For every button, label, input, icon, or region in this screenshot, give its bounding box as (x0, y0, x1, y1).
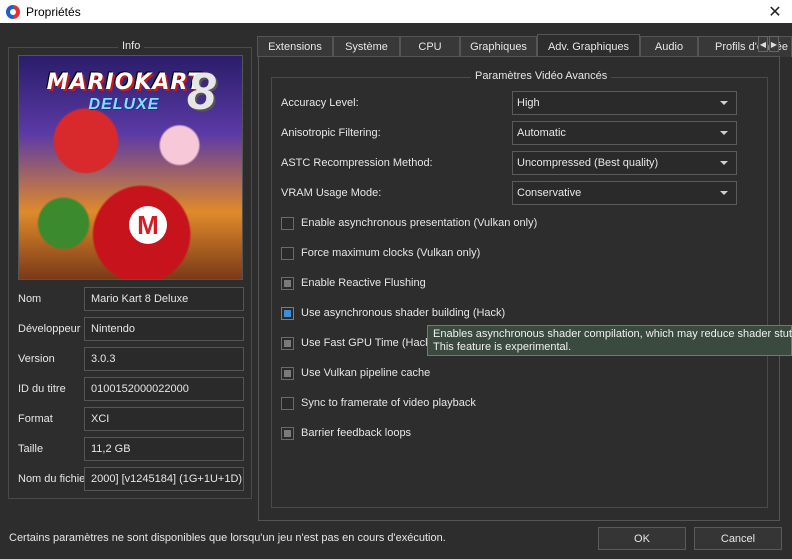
checkbox-box[interactable] (281, 426, 294, 440)
checkbox-box[interactable] (281, 246, 294, 260)
developer-field[interactable]: Nintendo (84, 317, 244, 341)
info-row-format: Format XCI (18, 407, 244, 431)
cover-eight-text: 8 (187, 63, 216, 121)
checkbox-box[interactable] (281, 276, 294, 290)
info-row-developer: Développeur Nintendo (18, 317, 244, 341)
cover-sub-text: DELUXE (88, 96, 160, 113)
chevron-down-icon (720, 191, 728, 195)
yuzu-icon (6, 4, 20, 19)
format-field[interactable]: XCI (84, 407, 244, 431)
checkbox-reactive-flushing[interactable]: Enable Reactive Flushing (281, 274, 426, 292)
checkbox-box[interactable] (281, 366, 294, 380)
tab-system[interactable]: Système (333, 36, 400, 57)
name-field[interactable]: Mario Kart 8 Deluxe (84, 287, 244, 311)
version-field[interactable]: 3.0.3 (84, 347, 244, 371)
checkbox-label: Enable Reactive Flushing (301, 277, 426, 289)
window-title: Propriétés (26, 4, 81, 19)
tooltip-line-2: This feature is experimental. (433, 341, 572, 353)
tab-cpu[interactable]: CPU (400, 36, 460, 57)
checkbox-box[interactable] (281, 306, 294, 320)
size-field[interactable]: 11,2 GB (84, 437, 244, 461)
info-label: Nom (18, 293, 42, 305)
tab-scroll-left-icon[interactable]: ◀ (758, 36, 768, 52)
advanced-group-title: Paramètres Vidéo Avancés (471, 70, 612, 82)
vram-select[interactable]: Conservative (512, 181, 737, 205)
info-group: Info MARIOKART DELUXE 8 M Nom Mario Kart… (8, 40, 252, 499)
checkbox-vulkan-pipeline-cache[interactable]: Use Vulkan pipeline cache (281, 364, 430, 382)
info-label: Développeur (18, 323, 81, 335)
tab-panel-adv-graphics: Paramètres Vidéo Avancés Accuracy Level:… (258, 56, 780, 521)
info-row-name: Nom Mario Kart 8 Deluxe (18, 287, 244, 311)
checkbox-force-max-clocks[interactable]: Force maximum clocks (Vulkan only) (281, 244, 480, 262)
setting-anisotropic: Anisotropic Filtering: Automatic (281, 121, 741, 145)
tab-graphics[interactable]: Graphiques (460, 36, 537, 57)
accuracy-level-value: High (517, 97, 540, 109)
astc-label: ASTC Recompression Method: (281, 157, 433, 169)
title-bar: Propriétés ✕ (0, 0, 792, 23)
ok-button[interactable]: OK (598, 527, 686, 550)
accuracy-level-select[interactable]: High (512, 91, 737, 115)
tab-scroll-right-icon[interactable]: ▶ (769, 36, 779, 52)
title-id-field[interactable]: 0100152000022000 (84, 377, 244, 401)
info-label: Format (18, 413, 53, 425)
vram-value: Conservative (517, 187, 582, 199)
info-label: Version (18, 353, 55, 365)
setting-vram: VRAM Usage Mode: Conservative (281, 181, 741, 205)
checkbox-label: Use Vulkan pipeline cache (301, 367, 431, 379)
info-label: ID du titre (18, 383, 66, 395)
tab-bar: Extensions Système CPU Graphiques Adv. G… (257, 34, 792, 57)
close-icon[interactable]: ✕ (758, 0, 792, 23)
info-row-version: Version 3.0.3 (18, 347, 244, 371)
checkbox-box[interactable] (281, 396, 294, 410)
info-row-filename: Nom du fichier 2000] [v1245184] (1G+1U+1… (18, 467, 244, 491)
cover-m-emblem: M (129, 206, 167, 244)
accuracy-level-label: Accuracy Level: (281, 97, 359, 109)
info-group-title: Info (118, 40, 145, 52)
checkbox-label: Use Fast GPU Time (Hack) (301, 337, 435, 349)
checkbox-box[interactable] (281, 216, 294, 230)
setting-astc: ASTC Recompression Method: Uncompressed … (281, 151, 741, 175)
astc-value: Uncompressed (Best quality) (517, 157, 659, 169)
tab-adv-graphics[interactable]: Adv. Graphiques (537, 34, 640, 57)
footer-note: Certains paramètres ne sont disponibles … (9, 532, 446, 544)
info-label: Taille (18, 443, 44, 455)
cancel-button[interactable]: Cancel (694, 527, 782, 550)
anisotropic-value: Automatic (517, 127, 566, 139)
checkbox-box[interactable] (281, 336, 294, 350)
checkbox-barrier-feedback[interactable]: Barrier feedback loops (281, 424, 411, 442)
checkbox-async-presentation[interactable]: Enable asynchronous presentation (Vulkan… (281, 214, 537, 232)
filename-field[interactable]: 2000] [v1245184] (1G+1U+1D).xci (84, 467, 244, 491)
setting-accuracy-level: Accuracy Level: High (281, 91, 741, 115)
checkbox-label: Force maximum clocks (Vulkan only) (301, 247, 481, 259)
advanced-video-group: Paramètres Vidéo Avancés Accuracy Level:… (271, 70, 768, 508)
astc-select[interactable]: Uncompressed (Best quality) (512, 151, 737, 175)
checkbox-async-shader[interactable]: Use asynchronous shader building (Hack) (281, 304, 505, 322)
checkbox-label: Enable asynchronous presentation (Vulkan… (301, 217, 538, 229)
chevron-down-icon (720, 161, 728, 165)
info-row-size: Taille 11,2 GB (18, 437, 244, 461)
tooltip: Enables asynchronous shader compilation,… (427, 325, 792, 356)
checkbox-sync-framerate[interactable]: Sync to framerate of video playback (281, 394, 476, 412)
checkbox-fast-gpu-time[interactable]: Use Fast GPU Time (Hack) (281, 334, 434, 352)
tab-audio[interactable]: Audio (640, 36, 698, 57)
anisotropic-label: Anisotropic Filtering: (281, 127, 381, 139)
chevron-down-icon (720, 131, 728, 135)
checkbox-label: Use asynchronous shader building (Hack) (301, 307, 506, 319)
info-label: Nom du fichier (18, 473, 89, 485)
info-row-title-id: ID du titre 0100152000022000 (18, 377, 244, 401)
chevron-down-icon (720, 101, 728, 105)
vram-label: VRAM Usage Mode: (281, 187, 382, 199)
tooltip-line-1: Enables asynchronous shader compilation,… (433, 328, 792, 340)
anisotropic-select[interactable]: Automatic (512, 121, 737, 145)
tab-extensions[interactable]: Extensions (257, 36, 333, 57)
checkbox-label: Barrier feedback loops (301, 427, 412, 439)
checkbox-label: Sync to framerate of video playback (301, 397, 476, 409)
game-cover-image: MARIOKART DELUXE 8 M (18, 55, 243, 280)
